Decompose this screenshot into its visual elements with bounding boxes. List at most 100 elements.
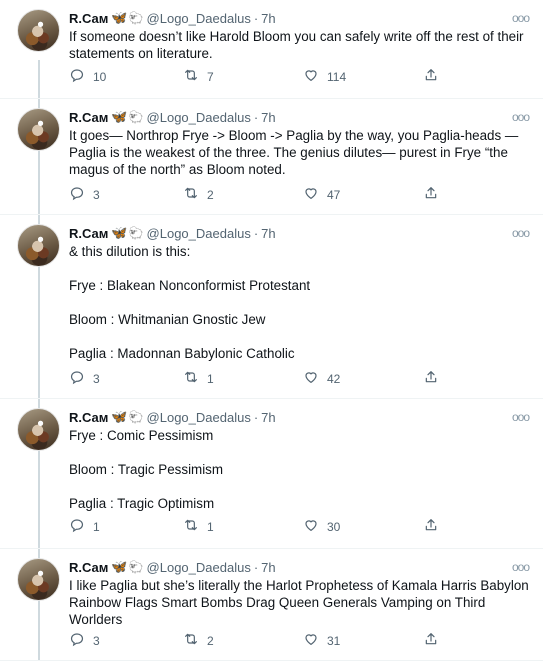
user-handle[interactable]: @Logo_Daedalus bbox=[147, 110, 251, 125]
tweet-text: & this dilution is this: Frye : Blakean N… bbox=[69, 243, 531, 362]
sheep-emoji-icon: 🐑 bbox=[128, 226, 144, 240]
tweet-body: R.Сам 🦋 🐑 @Logo_Daedalus · 7h ooo It goe… bbox=[69, 108, 531, 178]
reply-icon bbox=[69, 517, 93, 536]
more-options-icon[interactable]: ooo bbox=[512, 560, 530, 574]
sheep-emoji-icon: 🐑 bbox=[128, 11, 144, 25]
timestamp[interactable]: 7h bbox=[261, 110, 275, 125]
display-name[interactable]: R.Сам bbox=[69, 226, 108, 241]
display-name[interactable]: R.Сам bbox=[69, 410, 108, 425]
like-count: 47 bbox=[327, 187, 341, 202]
retweet-count: 1 bbox=[207, 519, 214, 534]
share-button[interactable] bbox=[423, 369, 447, 388]
reply-button[interactable]: 10 bbox=[69, 67, 183, 86]
more-options-icon[interactable]: ooo bbox=[512, 110, 530, 124]
reply-button[interactable]: 3 bbox=[69, 185, 183, 204]
like-count: 42 bbox=[327, 371, 341, 386]
more-options-icon[interactable]: ooo bbox=[512, 11, 530, 25]
timestamp[interactable]: 7h bbox=[261, 560, 275, 575]
tweet-body: R.Сам 🦋 🐑 @Logo_Daedalus · 7h ooo & this… bbox=[69, 224, 531, 362]
butterfly-emoji-icon: 🦋 bbox=[111, 559, 128, 574]
timestamp[interactable]: 7h bbox=[261, 11, 275, 26]
like-button[interactable]: 114 bbox=[303, 67, 423, 86]
avatar[interactable] bbox=[17, 558, 60, 601]
share-button[interactable] bbox=[423, 517, 447, 536]
tweet[interactable]: R.Сам 🦋 🐑 @Logo_Daedalus · 7h ooo It goe… bbox=[0, 99, 543, 215]
avatar[interactable] bbox=[17, 9, 60, 52]
share-button[interactable] bbox=[423, 67, 447, 86]
share-icon bbox=[423, 67, 447, 86]
thread-timeline: R.Сам 🦋 🐑 @Logo_Daedalus · 7h ooo If som… bbox=[0, 0, 543, 661]
tweet[interactable]: R.Сам 🦋 🐑 @Logo_Daedalus · 7h ooo & this… bbox=[0, 215, 543, 399]
user-handle[interactable]: @Logo_Daedalus bbox=[147, 410, 251, 425]
reply-icon bbox=[69, 67, 93, 86]
tweet-text-paragraph: Frye : Blakean Nonconformist Protestant bbox=[69, 278, 311, 293]
share-icon bbox=[423, 517, 447, 536]
retweet-button[interactable]: 2 bbox=[183, 185, 303, 204]
tweet-text-paragraph: Bloom : Tragic Pessimism bbox=[69, 462, 224, 477]
retweet-button[interactable]: 1 bbox=[183, 369, 303, 388]
sheep-emoji-icon: 🐑 bbox=[128, 410, 144, 424]
display-name[interactable]: R.Сам bbox=[69, 560, 108, 575]
tweet-text-paragraph: & this dilution is this: bbox=[69, 244, 191, 259]
avatar[interactable] bbox=[17, 408, 60, 451]
more-options-icon[interactable]: ooo bbox=[512, 226, 530, 240]
retweet-count: 2 bbox=[207, 187, 214, 202]
like-button[interactable]: 42 bbox=[303, 369, 423, 388]
reply-icon bbox=[69, 631, 93, 650]
timestamp[interactable]: 7h bbox=[261, 226, 275, 241]
tweet-header: R.Сам 🦋 🐑 @Logo_Daedalus · 7h bbox=[69, 9, 531, 27]
user-handle[interactable]: @Logo_Daedalus bbox=[147, 226, 251, 241]
tweet-text: It goes— Northrop Frye -> Bloom -> Pagli… bbox=[69, 127, 531, 178]
display-name[interactable]: R.Сам bbox=[69, 110, 108, 125]
share-button[interactable] bbox=[423, 185, 447, 204]
tweet-body: R.Сам 🦋 🐑 @Logo_Daedalus · 7h ooo Frye :… bbox=[69, 408, 531, 512]
more-options-icon[interactable]: ooo bbox=[512, 410, 530, 424]
reply-icon bbox=[69, 185, 93, 204]
share-icon bbox=[423, 185, 447, 204]
tweet-header: R.Сам 🦋 🐑 @Logo_Daedalus · 7h bbox=[69, 408, 531, 426]
user-handle[interactable]: @Logo_Daedalus bbox=[147, 11, 251, 26]
tweet[interactable]: R.Сам 🦋 🐑 @Logo_Daedalus · 7h ooo If som… bbox=[0, 0, 543, 99]
avatar[interactable] bbox=[17, 224, 60, 267]
reply-icon bbox=[69, 369, 93, 388]
tweet-text-paragraph: Paglia : Madonnan Babylonic Catholic bbox=[69, 346, 295, 361]
retweet-button[interactable]: 2 bbox=[183, 631, 303, 650]
tweet-text-paragraph: Bloom : Whitmanian Gnostic Jew bbox=[69, 312, 266, 327]
share-icon bbox=[423, 369, 447, 388]
tweet-body: R.Сам 🦋 🐑 @Logo_Daedalus · 7h ooo I like… bbox=[69, 558, 531, 628]
butterfly-emoji-icon: 🦋 bbox=[111, 225, 128, 240]
retweet-icon bbox=[183, 185, 207, 204]
tweet-header: R.Сам 🦋 🐑 @Logo_Daedalus · 7h bbox=[69, 224, 531, 242]
butterfly-emoji-icon: 🦋 bbox=[111, 109, 128, 124]
tweet[interactable]: R.Сам 🦋 🐑 @Logo_Daedalus · 7h ooo Frye :… bbox=[0, 399, 543, 549]
retweet-icon bbox=[183, 517, 207, 536]
separator-dot: · bbox=[253, 225, 259, 241]
user-handle[interactable]: @Logo_Daedalus bbox=[147, 560, 251, 575]
share-button[interactable] bbox=[423, 631, 447, 650]
retweet-icon bbox=[183, 631, 207, 650]
timestamp[interactable]: 7h bbox=[261, 410, 275, 425]
reply-count: 3 bbox=[93, 187, 100, 202]
tweet-text-paragraph: Frye : Comic Pessimism bbox=[69, 428, 214, 443]
tweet-actions: 10 7 114 bbox=[69, 67, 489, 86]
retweet-icon bbox=[183, 67, 207, 86]
like-button[interactable]: 47 bbox=[303, 185, 423, 204]
reply-button[interactable]: 1 bbox=[69, 517, 183, 536]
heart-icon bbox=[303, 369, 327, 388]
retweet-count: 1 bbox=[207, 371, 214, 386]
retweet-button[interactable]: 7 bbox=[183, 67, 303, 86]
reply-count: 1 bbox=[93, 519, 100, 534]
retweet-count: 2 bbox=[207, 633, 214, 648]
retweet-button[interactable]: 1 bbox=[183, 517, 303, 536]
tweet[interactable]: R.Сам 🦋 🐑 @Logo_Daedalus · 7h ooo I like… bbox=[0, 549, 543, 661]
like-button[interactable]: 31 bbox=[303, 631, 423, 650]
avatar[interactable] bbox=[17, 108, 60, 151]
butterfly-emoji-icon: 🦋 bbox=[111, 10, 128, 25]
retweet-icon bbox=[183, 369, 207, 388]
reply-button[interactable]: 3 bbox=[69, 369, 183, 388]
heart-icon bbox=[303, 631, 327, 650]
like-button[interactable]: 30 bbox=[303, 517, 423, 536]
tweet-text-paragraph: If someone doesn’t like Harold Bloom you… bbox=[69, 29, 524, 61]
display-name[interactable]: R.Сам bbox=[69, 11, 108, 26]
reply-button[interactable]: 3 bbox=[69, 631, 183, 650]
